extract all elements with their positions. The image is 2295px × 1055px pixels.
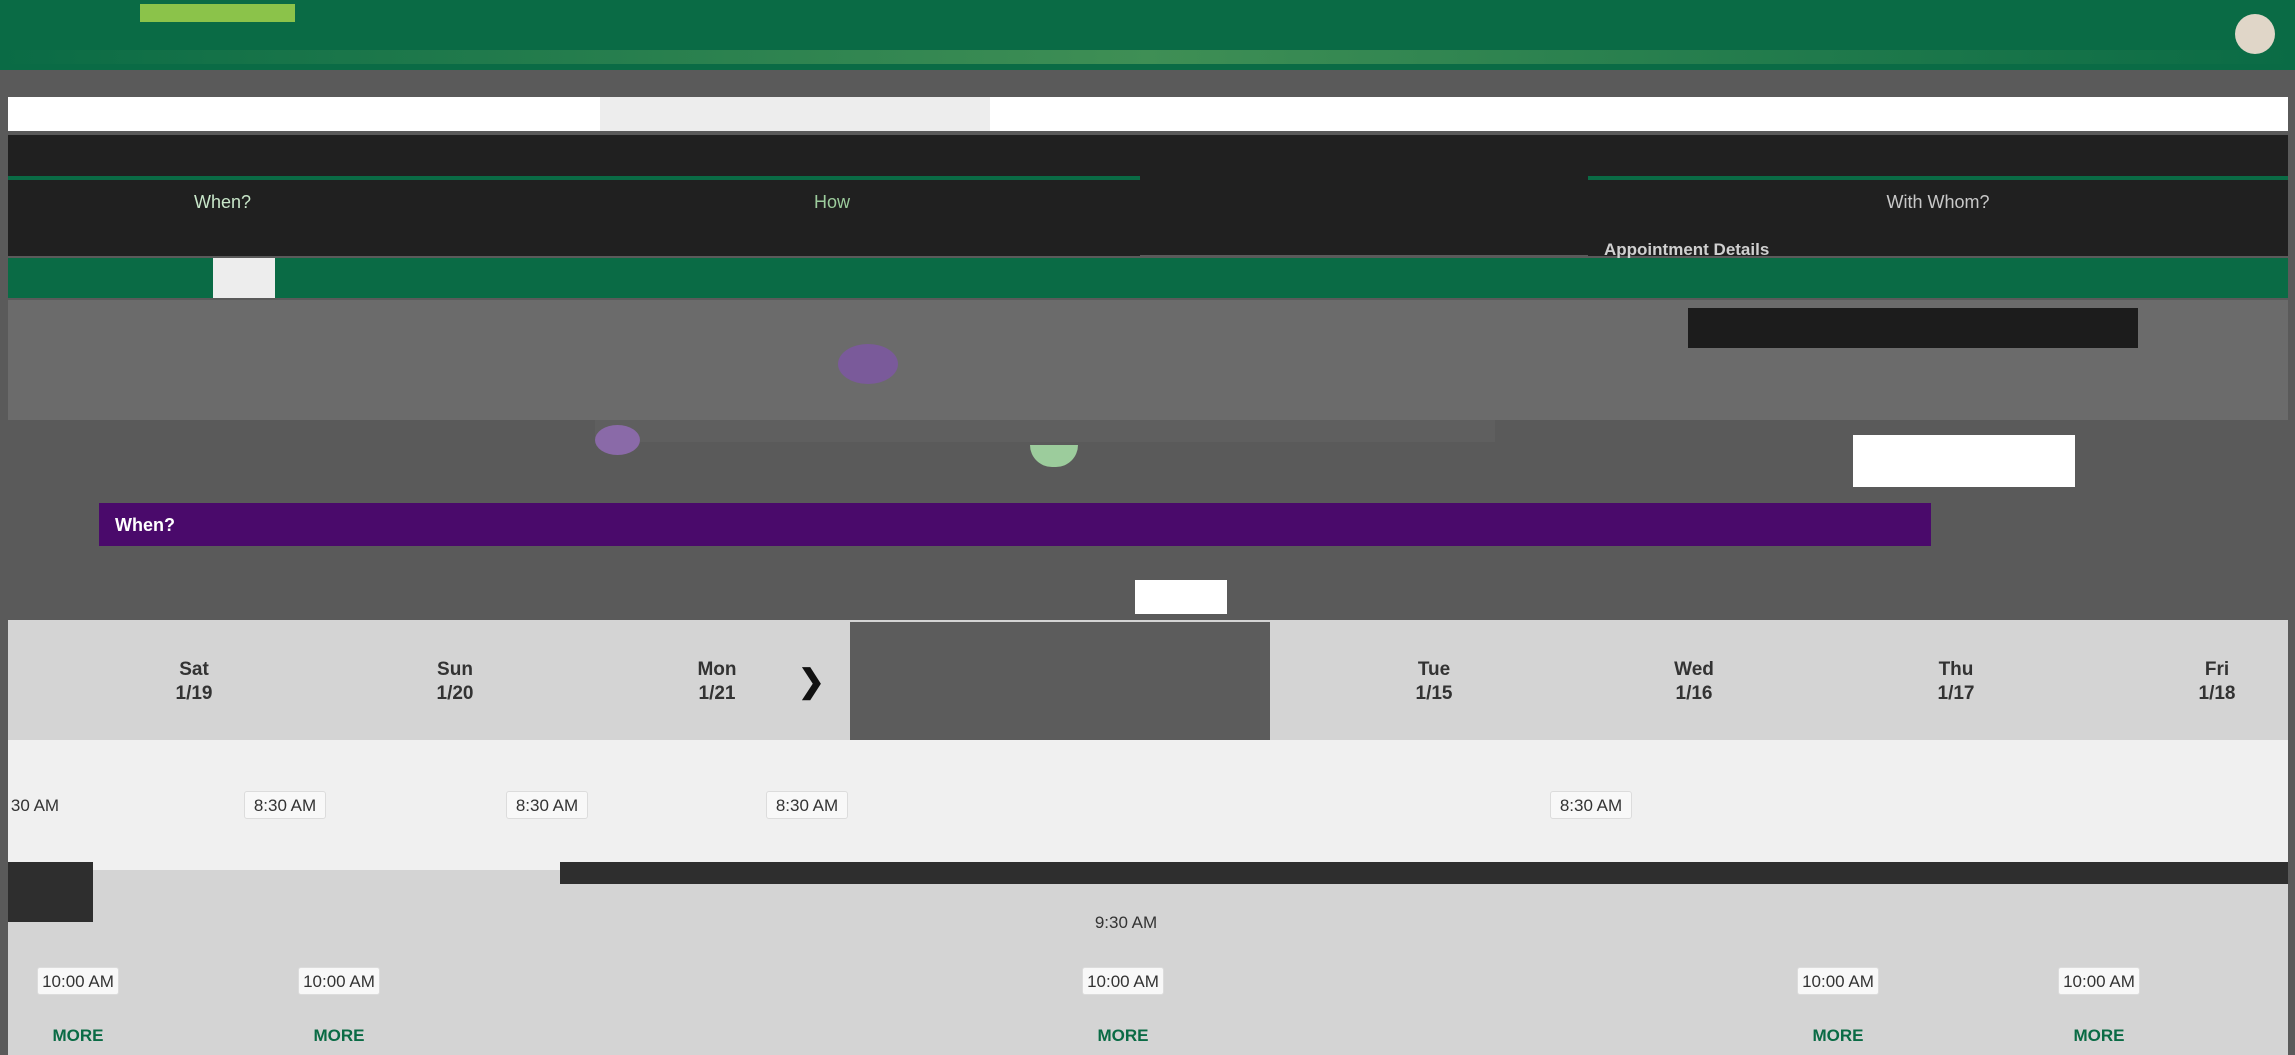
day-name: Thu [1938,659,1974,680]
nav-strip [0,50,2295,64]
day-header-wed[interactable]: Wed 1/16 [1654,658,1734,706]
user-avatar[interactable] [2235,14,2275,54]
breadcrumb-bar [8,97,2288,131]
time-slot[interactable]: 8:30 AM [766,791,848,819]
day-header-thu[interactable]: Thu 1/17 [1916,658,1996,706]
time-slot[interactable]: 10:00 AM [37,967,119,995]
section-bar-block [213,258,275,298]
when-section-header: When? [99,503,1931,546]
day-date: 1/16 [1675,683,1713,704]
day-header-tue[interactable]: Tue 1/15 [1394,658,1474,706]
appointment-panel: With Whom? Appointment Details [1588,172,2288,259]
day-name: Sat [179,659,209,680]
day-date: 1/18 [2198,683,2236,704]
day-date: 1/20 [436,683,474,704]
section-bar [8,258,2288,298]
step-how[interactable]: How [814,192,850,213]
time-slot[interactable]: 10:00 AM [1797,967,1879,995]
day-date: 1/21 [698,683,736,704]
more-link[interactable]: MORE [1082,1026,1164,1046]
day-header-sun[interactable]: Sun 1/20 [415,658,495,706]
day-name: Mon [697,659,737,680]
day-name: Sun [437,659,473,680]
panel-progress-line [1588,176,2288,180]
time-slot[interactable]: 30 AM [0,792,70,820]
appointment-details-title: Appointment Details [1604,240,1770,259]
nav-accent [140,4,295,22]
staff-avatar [595,425,640,455]
search-input[interactable] [1853,435,2075,487]
top-navigation-bar [0,0,2295,70]
more-link[interactable]: MORE [1797,1026,1879,1046]
time-slot[interactable]: 9:30 AM [1085,909,1167,937]
info-area [8,300,2288,420]
day-header-sat[interactable]: Sat 1/19 [154,658,234,706]
time-slot[interactable]: 8:30 AM [506,791,588,819]
day-header-fri[interactable]: Fri 1/18 [2177,658,2257,706]
day-date: 1/15 [1415,683,1453,704]
wizard-steps: When? How [8,172,1140,256]
calendar-strip [560,862,2288,884]
step-with-whom[interactable]: With Whom? [1588,192,2288,213]
staff-photo [838,344,898,384]
more-link[interactable]: MORE [298,1026,380,1046]
status-badge [1030,445,1078,467]
calendar-slots-band [8,740,2288,870]
day-name: Tue [1417,659,1451,680]
calendar-divider [850,622,1270,742]
small-button[interactable] [1135,580,1227,614]
time-slot[interactable]: 8:30 AM [1550,791,1632,819]
breadcrumb-gap [600,97,990,131]
day-header-mon[interactable]: Mon 1/21 [677,658,757,706]
time-slot[interactable]: 10:00 AM [2058,967,2140,995]
time-slot[interactable]: 10:00 AM [1082,967,1164,995]
step-when[interactable]: When? [194,192,251,213]
time-slot[interactable]: 8:30 AM [244,791,326,819]
time-slot[interactable]: 10:00 AM [298,967,380,995]
day-date: 1/17 [1937,683,1975,704]
day-date: 1/19 [175,683,213,704]
day-name: Fri [2204,659,2230,680]
day-name: Wed [1674,659,1714,680]
info-bar [1688,308,2138,348]
calendar-strip-left [8,862,93,922]
staff-row [595,420,1495,442]
steps-progress-line [8,176,1140,180]
more-link[interactable]: MORE [37,1026,119,1046]
more-link[interactable]: MORE [2058,1026,2140,1046]
chevron-right-icon[interactable]: ❯ [798,662,825,700]
